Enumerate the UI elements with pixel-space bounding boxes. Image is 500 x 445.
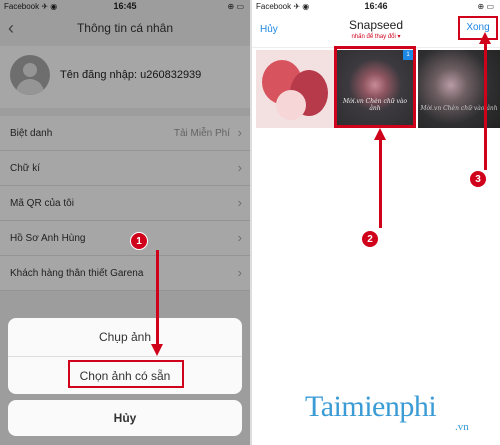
right-phone-screen: Facebook ✈ ◉ 16:46 ⊕ ▭ Hủy Snapseed nhấn… (252, 0, 500, 445)
photo-thumbnail[interactable] (256, 50, 334, 128)
watermark-logo: Taimienphi (305, 390, 437, 423)
step-badge-3: 3 (469, 170, 487, 188)
artwork-shape (276, 90, 306, 120)
done-button[interactable]: Xong (458, 16, 498, 40)
arrow-shaft (484, 42, 487, 170)
arrow-shaft (156, 250, 159, 346)
selection-check-icon: 1 (403, 50, 413, 60)
arrow-up-icon (374, 128, 386, 140)
status-time: 16:46 (364, 1, 388, 11)
arrow-shaft (379, 138, 382, 228)
cancel-button[interactable]: Hủy (8, 400, 242, 436)
battery-icon: ⊕ ▭ (477, 2, 494, 11)
watermark-domain: .vn (455, 421, 469, 433)
arrow-down-icon (151, 344, 163, 356)
take-photo-button[interactable]: Chụp ảnh (8, 318, 242, 356)
nav-bar: Hủy Snapseed nhấn để thay đổi ▾ Xong (252, 14, 500, 48)
photo-thumbnail[interactable]: Mời.vn Chèn chữ vào ảnh (418, 50, 500, 128)
highlight-frame (68, 360, 184, 388)
action-sheet-cancel: Hủy (8, 400, 242, 436)
step-badge-1: 1 (130, 232, 148, 250)
status-bar: Facebook ✈ ◉ 16:46 ⊕ ▭ (252, 0, 500, 14)
step-badge-2: 2 (361, 230, 379, 248)
left-phone-screen: Facebook ✈ ◉ 16:45 ⊕ ▭ ‹ Thông tin cá nh… (0, 0, 250, 445)
arrow-up-icon (479, 32, 491, 44)
